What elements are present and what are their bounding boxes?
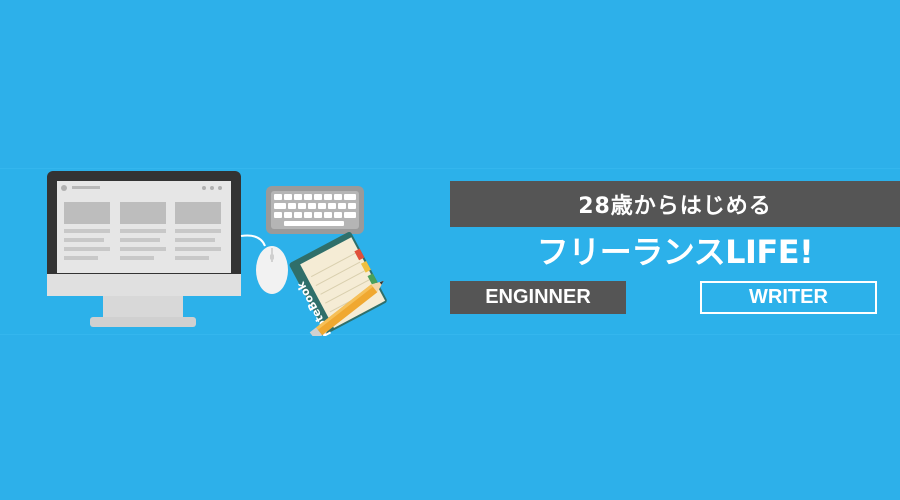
page: { "banner": { "subtitle": "28歳からはじめる", "… xyxy=(0,0,900,500)
desktop-monitor-icon xyxy=(47,171,241,327)
tag-writer: WRITER xyxy=(700,281,877,314)
keyboard-icon xyxy=(266,186,364,234)
mouse-icon xyxy=(240,234,288,294)
subtitle-box: 28歳からはじめる xyxy=(450,181,900,227)
main-title: フリーランスLIFE! xyxy=(536,233,814,271)
tag-engineer: ENGINNER xyxy=(450,281,626,314)
workspace-illustration: NoteBook xyxy=(47,171,387,336)
